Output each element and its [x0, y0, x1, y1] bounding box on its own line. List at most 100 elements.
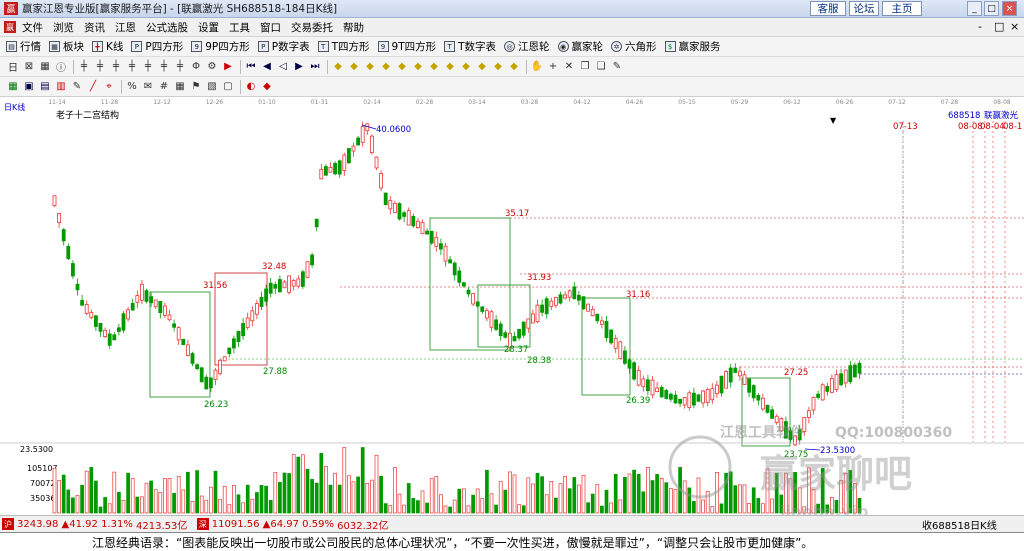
- volume-bar: [209, 486, 213, 514]
- volume-bar: [80, 484, 84, 514]
- layout-icon[interactable]: ▦: [38, 60, 52, 74]
- maximize-icon[interactable]: □: [984, 1, 999, 16]
- 9t-square-button[interactable]: 9 9T四方形: [377, 39, 436, 54]
- minimize-icon[interactable]: _: [967, 1, 982, 16]
- kline-icon-1[interactable]: ╪: [77, 60, 91, 74]
- menu-help[interactable]: 帮助: [343, 20, 364, 35]
- menu-formula[interactable]: 公式选股: [146, 20, 188, 35]
- volume-bar: [236, 494, 241, 514]
- prev-icon[interactable]: ◀: [260, 60, 274, 74]
- info-icon[interactable]: ⓘ: [54, 60, 68, 74]
- winner-wheel-button[interactable]: ◉ 赢家轮: [557, 39, 603, 54]
- gann-tool-icon-3[interactable]: ◆: [363, 60, 377, 74]
- candle: [80, 300, 84, 306]
- color-icon[interactable]: ◐: [244, 80, 258, 94]
- gann-tool-icon-7[interactable]: ◆: [427, 60, 441, 74]
- volume-bar: [554, 497, 558, 514]
- t-square-button[interactable]: T T四方形: [317, 39, 370, 54]
- gann-tool-icon-11[interactable]: ◆: [491, 60, 505, 74]
- p-number-table-button[interactable]: P P数字表: [257, 39, 310, 54]
- index-sz-icon: 深: [196, 518, 209, 530]
- child-close-icon[interactable]: ×: [1010, 20, 1019, 33]
- gann-tool-icon-8[interactable]: ◆: [443, 60, 457, 74]
- back-icon[interactable]: ◁: [276, 60, 290, 74]
- kline-icon-7[interactable]: ╪: [173, 60, 187, 74]
- quote-button[interactable]: ▤ 行情: [6, 39, 41, 54]
- menu-info[interactable]: 资讯: [84, 20, 105, 35]
- draw-icon[interactable]: ✎: [70, 80, 84, 94]
- sector-button[interactable]: ▦ 板块: [49, 39, 84, 54]
- home-button[interactable]: 主页: [882, 1, 922, 16]
- settings-icon[interactable]: ⚙: [205, 60, 219, 74]
- 9p-square-button[interactable]: 9 9P四方形: [191, 39, 250, 54]
- menu-settings[interactable]: 设置: [198, 20, 219, 35]
- p-number-label: P数字表: [271, 41, 310, 53]
- print-icon[interactable]: ▤: [38, 80, 52, 94]
- t-number-table-button[interactable]: T T数字表: [444, 39, 496, 54]
- hexagon-button[interactable]: ✡ 六角形: [611, 39, 657, 54]
- candle: [222, 356, 227, 362]
- kline-icon-5[interactable]: ╪: [141, 60, 155, 74]
- menu-browse[interactable]: 浏览: [53, 20, 74, 35]
- tool-icon[interactable]: ✎: [610, 60, 624, 74]
- menu-tools[interactable]: 工具: [229, 20, 250, 35]
- save-icon[interactable]: ▣: [22, 80, 36, 94]
- menu-trade[interactable]: 交易委托: [291, 20, 333, 35]
- candle: [342, 154, 347, 171]
- gann-tool-icon-5[interactable]: ◆: [395, 60, 409, 74]
- table-icon[interactable]: ▦: [6, 80, 20, 94]
- kline-icon-3[interactable]: ╪: [109, 60, 123, 74]
- last-icon[interactable]: ⏭: [308, 60, 322, 74]
- plus-icon[interactable]: +: [546, 60, 560, 74]
- first-icon[interactable]: ⏮: [244, 60, 258, 74]
- volume-bar: [452, 499, 457, 514]
- gann-wheel-button[interactable]: ◎ 江恩轮: [504, 39, 550, 54]
- index2-pct: 0.59%: [302, 518, 334, 530]
- grid-icon[interactable]: ▦: [173, 80, 187, 94]
- menu-gann[interactable]: 江恩: [115, 20, 136, 35]
- zoom-icon[interactable]: ⊠: [22, 60, 36, 74]
- child-restore-icon[interactable]: □: [994, 20, 1004, 33]
- period-icon[interactable]: 日: [6, 60, 20, 74]
- fill-icon[interactable]: ▧: [205, 80, 219, 94]
- next-icon[interactable]: ▶: [292, 60, 306, 74]
- copy-icon[interactable]: ❐: [578, 60, 592, 74]
- service-button[interactable]: 客服: [810, 1, 846, 16]
- note-icon[interactable]: ✉: [141, 80, 155, 94]
- candle: [567, 290, 572, 298]
- kline-icon-4[interactable]: ╪: [125, 60, 139, 74]
- paste-icon[interactable]: ❏: [594, 60, 608, 74]
- menu-window[interactable]: 窗口: [260, 20, 281, 35]
- gann-tool-icon-2[interactable]: ◆: [347, 60, 361, 74]
- flag-icon[interactable]: ▶: [221, 60, 235, 74]
- flag-icon[interactable]: ◆: [260, 80, 274, 94]
- menu-file[interactable]: 文件: [22, 20, 43, 35]
- box-icon[interactable]: ▢: [221, 80, 235, 94]
- kline-icon-2[interactable]: ╪: [93, 60, 107, 74]
- gann-tool-icon-12[interactable]: ◆: [507, 60, 521, 74]
- car-icon[interactable]: ▥: [54, 80, 68, 94]
- forum-button[interactable]: 论坛: [849, 1, 879, 16]
- mark-icon[interactable]: ⚑: [189, 80, 203, 94]
- gann-tool-icon-1[interactable]: ◆: [331, 60, 345, 74]
- percent-icon[interactable]: %: [125, 80, 139, 94]
- kline-icon-6[interactable]: ╪: [157, 60, 171, 74]
- kline-icon: ╋: [92, 41, 103, 52]
- gann-tool-icon-6[interactable]: ◆: [411, 60, 425, 74]
- close-icon[interactable]: ×: [1002, 1, 1017, 16]
- weight-icon[interactable]: Φ: [189, 60, 203, 74]
- gann-tool-icon-9[interactable]: ◆: [459, 60, 473, 74]
- hand-icon[interactable]: ✋: [530, 60, 544, 74]
- child-minimize-icon[interactable]: -: [978, 20, 982, 33]
- ruler-icon[interactable]: ╱: [86, 80, 100, 94]
- kline-chart[interactable]: 11-14 11-28 12-12 12-26 01-10 01-31 02-14 02-28…: [0, 97, 1024, 515]
- gann-tool-icon-10[interactable]: ◆: [475, 60, 489, 74]
- winner-service-button[interactable]: $ 赢家服务: [664, 39, 721, 54]
- gann-tool-icon-4[interactable]: ◆: [379, 60, 393, 74]
- gann-icon[interactable]: ⌖: [102, 80, 116, 94]
- hash-icon[interactable]: #: [157, 80, 171, 94]
- p-square-button[interactable]: P P四方形: [131, 39, 183, 54]
- cross-icon[interactable]: ✕: [562, 60, 576, 74]
- winner-service-label: 赢家服务: [678, 41, 721, 53]
- kline-button[interactable]: ╋ K线: [92, 39, 123, 54]
